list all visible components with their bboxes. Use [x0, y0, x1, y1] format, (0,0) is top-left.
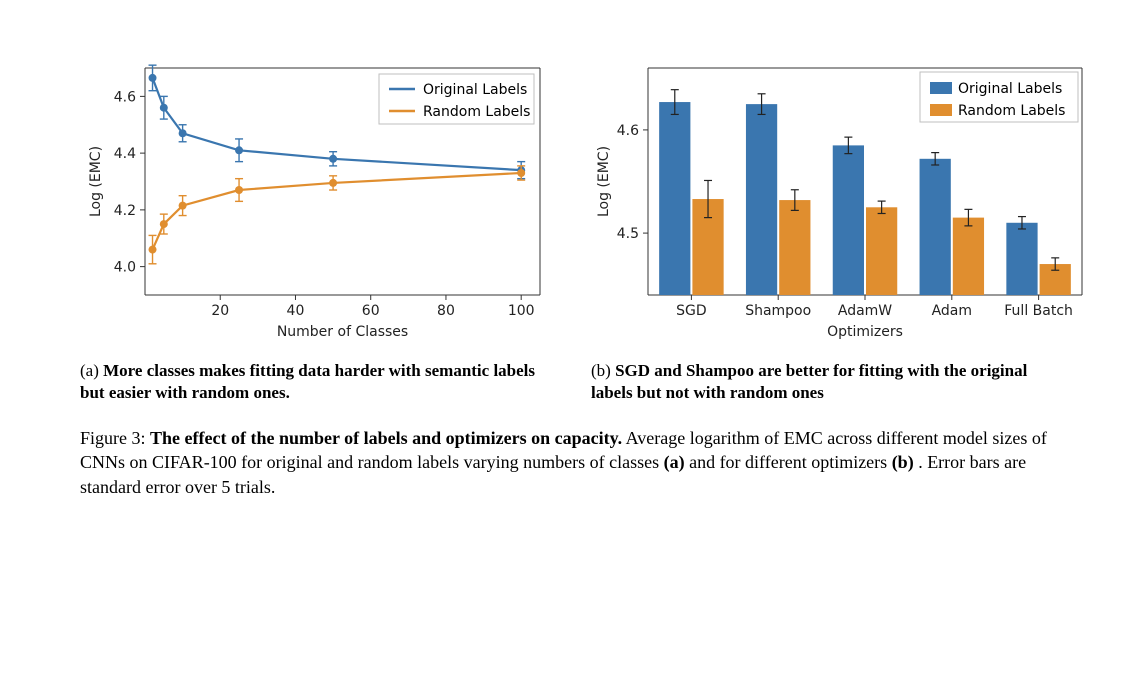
caption-ref-b: (b): [892, 452, 914, 472]
svg-text:Original Labels: Original Labels: [423, 82, 527, 98]
line-chart: 4.0 4.2 4.4 4.6 20 40 60 80 100 Number of Classes…: [80, 50, 550, 340]
svg-text:4.2: 4.2: [114, 203, 136, 219]
svg-text:4.0: 4.0: [114, 260, 136, 276]
svg-text:Log (EMC): Log (EMC): [88, 146, 104, 217]
svg-text:SGD: SGD: [676, 303, 707, 319]
figure-label: Figure 3:: [80, 428, 146, 448]
svg-text:Adam: Adam: [932, 303, 972, 319]
svg-text:80: 80: [437, 303, 455, 319]
subcaption-a-tag: (a): [80, 361, 99, 380]
subcaption-a: (a) More classes makes fitting data hard…: [80, 360, 561, 404]
svg-text:40: 40: [287, 303, 305, 319]
svg-text:Optimizers: Optimizers: [827, 324, 903, 340]
panel-a: 4.0 4.2 4.4 4.6 20 40 60 80 100 Number of Classes…: [80, 50, 550, 340]
caption-ref-a: (a): [664, 452, 685, 472]
svg-text:60: 60: [362, 303, 380, 319]
svg-text:AdamW: AdamW: [838, 303, 892, 319]
caption-body-2: and for different optimizers: [689, 452, 892, 472]
svg-text:20: 20: [211, 303, 229, 319]
subcaption-b-tag: (b): [591, 361, 611, 380]
svg-text:Random Labels: Random Labels: [958, 103, 1065, 119]
bar-chart: 4.5 4.6 SGD Shampoo AdamW Adam Full Batch Optim…: [590, 50, 1090, 340]
subcaption-a-text: More classes makes fitting data harder w…: [80, 361, 535, 402]
panel-b: 4.5 4.6 SGD Shampoo AdamW Adam Full Batch Optim…: [590, 50, 1090, 340]
figure-container: 4.0 4.2 4.4 4.6 20 40 60 80 100 Number of Classes…: [0, 0, 1142, 680]
svg-text:100: 100: [508, 303, 535, 319]
svg-text:4.6: 4.6: [617, 123, 639, 139]
svg-text:Number of Classes: Number of Classes: [277, 324, 408, 340]
caption-title: The effect of the number of labels and o…: [150, 428, 622, 448]
subcaption-b: (b) SGD and Shampoo are better for fitti…: [591, 360, 1072, 404]
subcaption-row: (a) More classes makes fitting data hard…: [80, 360, 1072, 404]
svg-text:Full Batch: Full Batch: [1004, 303, 1073, 319]
charts-row: 4.0 4.2 4.4 4.6 20 40 60 80 100 Number of Classes…: [80, 50, 1072, 340]
svg-text:4.6: 4.6: [114, 89, 136, 105]
svg-text:Random Labels: Random Labels: [423, 104, 530, 120]
svg-text:4.4: 4.4: [114, 146, 136, 162]
line-chart-svg: 4.0 4.2 4.4 4.6 20 40 60 80 100 Number of Classes…: [80, 50, 550, 340]
svg-text:Shampoo: Shampoo: [745, 303, 811, 319]
svg-text:4.5: 4.5: [617, 226, 639, 242]
svg-text:Log (EMC): Log (EMC): [596, 146, 612, 217]
subcaption-b-text: SGD and Shampoo are better for fitting w…: [591, 361, 1027, 402]
svg-text:Original Labels: Original Labels: [958, 81, 1062, 97]
bar-chart-svg: 4.5 4.6 SGD Shampoo AdamW Adam Full Batch Optim…: [590, 50, 1090, 340]
figure-caption: Figure 3: The effect of the number of la…: [80, 426, 1072, 499]
